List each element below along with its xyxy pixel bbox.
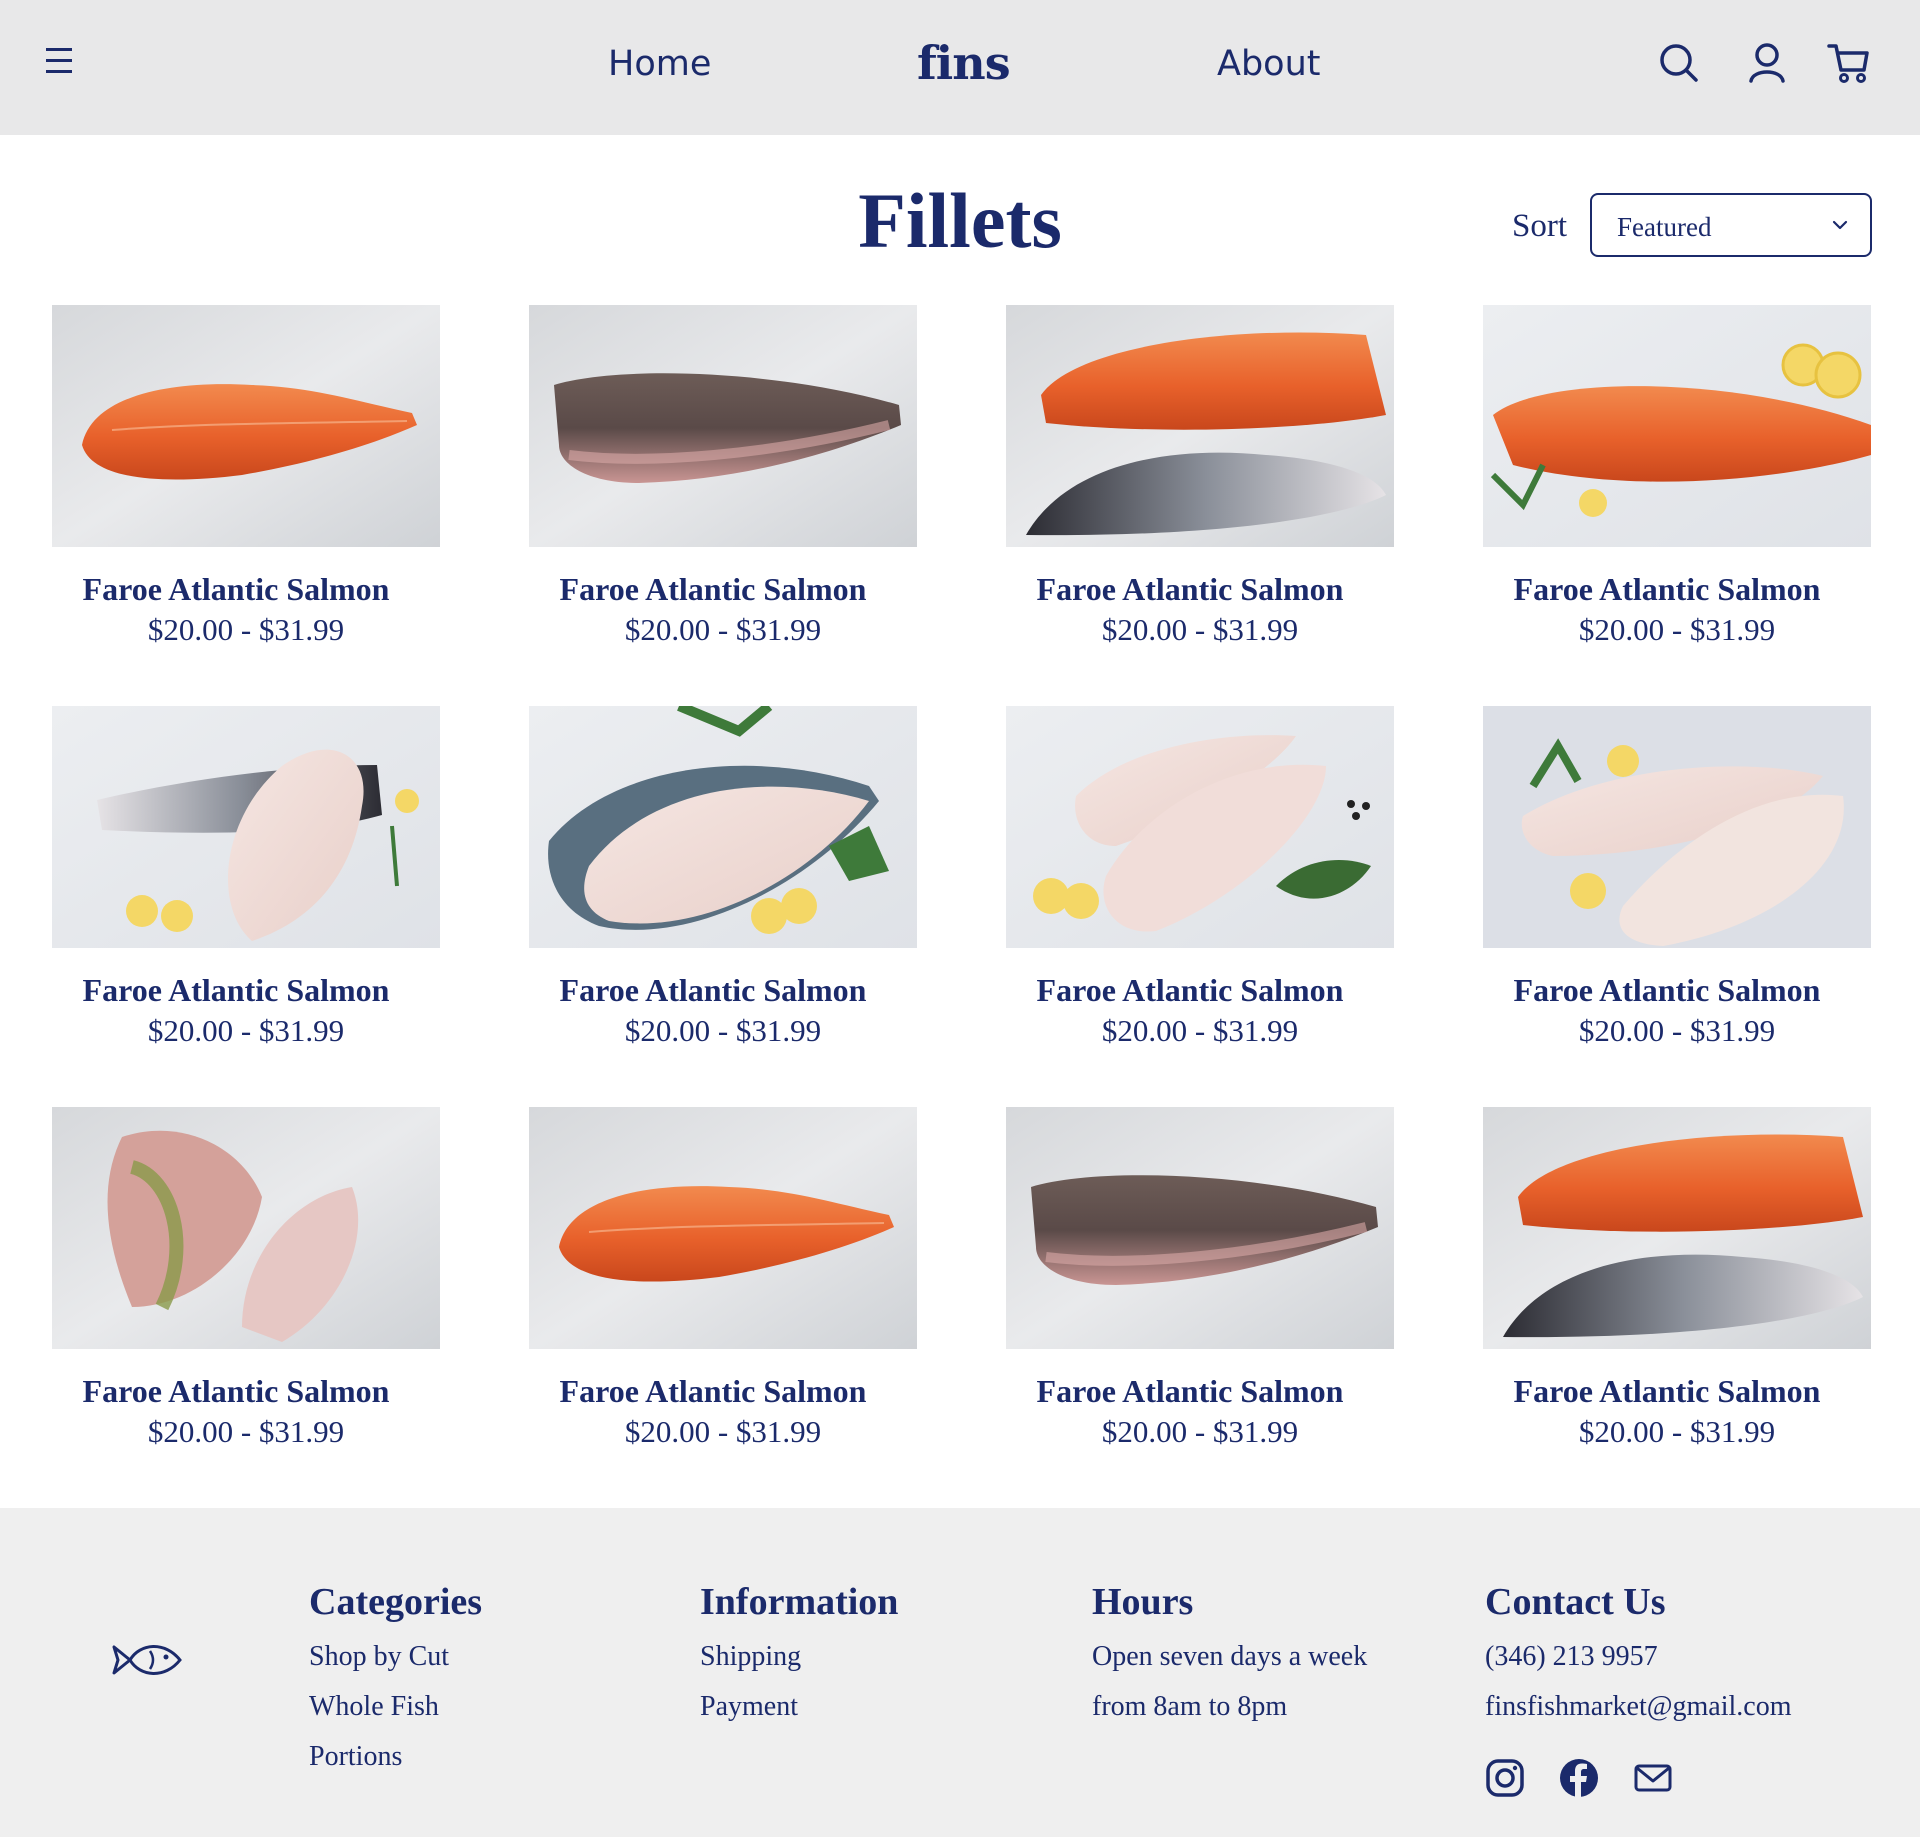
product-card[interactable]: Faroe Atlantic Salmon $20.00 - $31.99	[1483, 706, 1871, 1049]
nav-home-link[interactable]: Home	[608, 44, 711, 84]
product-card[interactable]: Faroe Atlantic Salmon $20.00 - $31.99	[1483, 1107, 1871, 1450]
product-card[interactable]: Faroe Atlantic Salmon $20.00 - $31.99	[52, 706, 440, 1049]
product-image[interactable]	[529, 706, 917, 948]
product-name[interactable]: Faroe Atlantic Salmon	[519, 571, 907, 608]
product-card[interactable]: Faroe Atlantic Salmon $20.00 - $31.99	[1006, 706, 1394, 1049]
product-image[interactable]	[529, 305, 917, 547]
menu-icon[interactable]	[46, 48, 78, 78]
product-price: $20.00 - $31.99	[624, 1414, 822, 1449]
user-icon[interactable]	[1744, 40, 1790, 86]
footer-information: Information Shipping Payment	[700, 1580, 898, 1732]
hours-text: Open seven days a week	[1092, 1641, 1368, 1672]
footer-contact: Contact Us (346) 213 9957 finsfishmarket…	[1485, 1580, 1792, 1732]
product-name[interactable]: Faroe Atlantic Salmon	[996, 1373, 1384, 1410]
footer-heading: Categories	[309, 1581, 483, 1623]
product-image[interactable]	[1006, 706, 1394, 948]
footer-categories: Categories Shop by Cut Whole Fish Portio…	[309, 1580, 482, 1782]
footer-heading: Contact Us	[1485, 1581, 1666, 1623]
product-price: $20.00 - $31.99	[624, 1013, 822, 1048]
search-icon[interactable]	[1656, 40, 1702, 86]
contact-email[interactable]: finsfishmarket@gmail.com	[1485, 1682, 1792, 1732]
product-card[interactable]: Faroe Atlantic Salmon $20.00 - $31.99	[52, 1107, 440, 1450]
product-price: $20.00 - $31.99	[147, 612, 345, 647]
product-price: $20.00 - $31.99	[1578, 612, 1776, 647]
product-image[interactable]	[1483, 706, 1871, 948]
product-price: $20.00 - $31.99	[1578, 1013, 1776, 1048]
product-card[interactable]: Faroe Atlantic Salmon $20.00 - $31.99	[1006, 305, 1394, 648]
instagram-icon[interactable]	[1485, 1758, 1525, 1798]
sort-label: Sort	[1512, 208, 1568, 244]
product-image[interactable]	[1483, 305, 1871, 547]
footer-link-shipping[interactable]: Shipping	[700, 1632, 898, 1682]
contact-phone[interactable]: (346) 213 9957	[1485, 1632, 1792, 1682]
product-price: $20.00 - $31.99	[147, 1013, 345, 1048]
product-card[interactable]: Faroe Atlantic Salmon $20.00 - $31.99	[529, 305, 917, 648]
sort-selected-value: Featured	[1617, 212, 1712, 242]
product-price: $20.00 - $31.99	[147, 1414, 345, 1449]
product-image[interactable]	[1483, 1107, 1871, 1349]
footer-heading: Information	[700, 1581, 899, 1623]
product-card[interactable]: Faroe Atlantic Salmon $20.00 - $31.99	[1006, 1107, 1394, 1450]
chevron-down-icon	[1832, 220, 1848, 230]
site-header: Home fins About	[0, 0, 1920, 135]
product-price: $20.00 - $31.99	[1578, 1414, 1776, 1449]
product-price: $20.00 - $31.99	[1101, 1414, 1299, 1449]
product-price: $20.00 - $31.99	[1101, 612, 1299, 647]
sort-dropdown[interactable]: Featured	[1590, 193, 1872, 257]
cart-icon[interactable]	[1826, 40, 1872, 86]
product-name[interactable]: Faroe Atlantic Salmon	[1473, 1373, 1861, 1410]
product-name[interactable]: Faroe Atlantic Salmon	[42, 571, 430, 608]
site-footer: Categories Shop by Cut Whole Fish Portio…	[0, 1508, 1920, 1837]
fish-logo-icon[interactable]	[110, 1633, 185, 1688]
footer-link-payment[interactable]: Payment	[700, 1682, 898, 1732]
product-card[interactable]: Faroe Atlantic Salmon $20.00 - $31.99	[1483, 305, 1871, 648]
footer-link-shop-by-cut[interactable]: Shop by Cut	[309, 1632, 482, 1682]
product-image[interactable]	[52, 706, 440, 948]
product-image[interactable]	[52, 1107, 440, 1349]
product-name[interactable]: Faroe Atlantic Salmon	[1473, 972, 1861, 1009]
product-image[interactable]	[52, 305, 440, 547]
nav-about-link[interactable]: About	[1217, 44, 1320, 84]
brand-logo[interactable]: fins	[917, 36, 1011, 90]
product-name[interactable]: Faroe Atlantic Salmon	[519, 972, 907, 1009]
product-name[interactable]: Faroe Atlantic Salmon	[519, 1373, 907, 1410]
footer-heading: Hours	[1092, 1581, 1194, 1623]
product-name[interactable]: Faroe Atlantic Salmon	[996, 571, 1384, 608]
footer-link-whole-fish[interactable]: Whole Fish	[309, 1682, 482, 1732]
product-card[interactable]: Faroe Atlantic Salmon $20.00 - $31.99	[529, 706, 917, 1049]
facebook-icon[interactable]	[1559, 1758, 1599, 1798]
product-price: $20.00 - $31.99	[1101, 1013, 1299, 1048]
product-image[interactable]	[1006, 305, 1394, 547]
product-name[interactable]: Faroe Atlantic Salmon	[996, 972, 1384, 1009]
product-image[interactable]	[1006, 1107, 1394, 1349]
product-name[interactable]: Faroe Atlantic Salmon	[1473, 571, 1861, 608]
mail-icon[interactable]	[1633, 1758, 1673, 1798]
product-price: $20.00 - $31.99	[624, 612, 822, 647]
product-name[interactable]: Faroe Atlantic Salmon	[42, 1373, 430, 1410]
product-card[interactable]: Faroe Atlantic Salmon $20.00 - $31.99	[52, 305, 440, 648]
footer-hours: Hours Open seven days a week from 8am to…	[1092, 1580, 1367, 1732]
product-image[interactable]	[529, 1107, 917, 1349]
product-name[interactable]: Faroe Atlantic Salmon	[42, 972, 430, 1009]
footer-link-portions[interactable]: Portions	[309, 1732, 482, 1782]
hours-text: from 8am to 8pm	[1092, 1691, 1288, 1722]
product-card[interactable]: Faroe Atlantic Salmon $20.00 - $31.99	[529, 1107, 917, 1450]
